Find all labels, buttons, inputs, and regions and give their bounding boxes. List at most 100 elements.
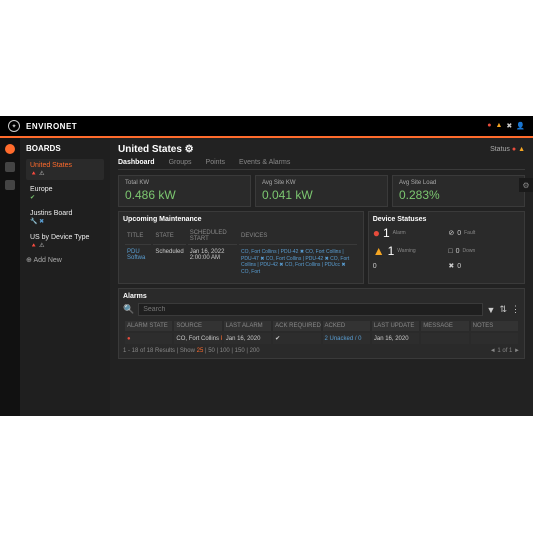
cell-notes [471,333,518,344]
cell-title: PDU Softwa [125,247,151,277]
board-status-icons: 🔺 ⚠ [30,170,100,177]
sidebar: BOARDS United States 🔺 ⚠ Europe ✔ Justin… [20,138,110,416]
board-item-us-device[interactable]: US by Device Type 🔺 ⚠ [26,231,104,252]
tabs: Dashboard Groups Points Events & Alarms [118,159,525,170]
pagination: 1 - 18 of 18 Results | Show 25 | 50 | 10… [123,348,520,354]
settings-gear-icon[interactable]: ⚙ [519,178,533,192]
cell-message [421,333,468,344]
status-text: Status [490,146,510,153]
status-other1: 0 [373,262,445,270]
topbar-right: ● ▲ ✖ 👤 [487,122,525,130]
col-acked[interactable]: ACKED [323,321,370,331]
down-icon: □ [448,248,452,255]
search-icon: 🔍 [123,304,134,315]
metric-value: 0.486 kW [125,188,244,202]
status-label: Alarm [393,230,406,236]
alarms-panel: Alarms 🔍 ▼ ⇅ ⋮ ALARM STATE SOURCE LAST A… [118,288,525,359]
show-rest[interactable]: | 50 | 100 | 150 | 200 [203,348,259,354]
tab-points[interactable]: Points [206,159,225,166]
warning-icon[interactable]: ▲ [495,122,502,130]
rail-boards-icon[interactable] [5,144,15,154]
col-last-update[interactable]: LAST UPDATE [372,321,419,331]
cell-last-alarm: Jan 16, 2020 [224,333,271,344]
table-row[interactable]: PDU Softwa Scheduled Jan 16, 2022 2:00:0… [125,247,357,277]
filter-icon[interactable]: ▼ [487,305,496,315]
metric-avg-load: Avg Site Load 0.283% [392,175,525,207]
page-of: of 1 [501,348,513,354]
col-state[interactable]: STATE [153,228,185,245]
user-icon[interactable]: 👤 [516,122,525,130]
cell-acked[interactable]: 2 Unacked / 0 [323,333,370,344]
cell-last-update: Jan 16, 2020 [372,333,419,344]
tab-groups[interactable]: Groups [169,159,192,166]
tool-icon[interactable]: ✖ [506,122,512,130]
table-row[interactable]: ● CO, Fort Collins PDU-41A Jan 16, 2020 … [125,333,518,344]
tab-dashboard[interactable]: Dashboard [118,159,155,166]
metric-label: Total KW [125,180,244,186]
rail-icon-2[interactable] [5,162,15,172]
cell-start: Jan 16, 2022 2:00:00 AM [188,247,237,277]
cell-state: ● [125,333,172,344]
col-alarm-state[interactable]: ALARM STATE [125,321,172,331]
add-new-button[interactable]: ⊕ Add New [26,256,104,264]
sort-icon[interactable]: ⇅ [499,304,507,315]
col-devices[interactable]: DEVICES [239,228,357,245]
status-count: 1 [388,244,395,258]
search-input[interactable] [138,303,482,316]
tab-events[interactable]: Events & Alarms [239,159,290,166]
page-title: United States ⚙ [118,144,194,155]
col-last-alarm[interactable]: LAST ALARM [224,321,271,331]
status-fault: ⊘ 0 Fault [448,226,520,240]
board-name: United States [30,162,100,169]
page-title-text: United States [118,144,182,155]
panel-title: Upcoming Maintenance [123,216,359,223]
left-rail [0,138,20,416]
results-prefix: 1 - 18 of 18 Results | Show [123,348,197,354]
status-alarm: ● 1 Alarm [373,226,445,240]
panel-title: Device Statuses [373,216,520,223]
table-header-row: ALARM STATE SOURCE LAST ALARM ACK REQUIR… [125,321,518,331]
more-icon[interactable]: ⋮ [511,304,520,315]
col-start[interactable]: SCHEDULED START [188,228,237,245]
board-item-us[interactable]: United States 🔺 ⚠ [26,159,104,180]
panel-title: Alarms [123,293,520,300]
col-message[interactable]: MESSAGE [421,321,468,331]
cell-devices: CO, Fort Collins | PDU-42 ✖ CO, Fort Col… [239,247,357,277]
cell-ack-req: ✔ [273,333,320,344]
metric-avg-kw: Avg Site KW 0.041 kW [255,175,388,207]
status-label: Fault [464,230,475,236]
status-count: 0 [457,230,461,237]
topbar: ✦ ENVIRONET ● ▲ ✖ 👤 [0,116,533,138]
metric-label: Avg Site KW [262,180,381,186]
add-new-label: Add New [33,257,61,264]
status-count: 1 [383,226,390,240]
alert-icon[interactable]: ● [487,122,491,130]
status-label: Warning [397,248,415,254]
page-nav: ◄ 1 of 1 ► [490,348,520,354]
metric-label: Avg Site Load [399,180,518,186]
board-name: Justins Board [30,210,100,217]
board-item-europe[interactable]: Europe ✔ [26,183,104,204]
content-header: United States ⚙ Status ● ▲ [118,144,525,155]
sidebar-title: BOARDS [26,144,104,153]
device-statuses-panel: Device Statuses ● 1 Alarm ⊘ 0 Fault [368,211,525,284]
tool-icon: ✖ [448,262,454,270]
board-item-justins[interactable]: Justins Board 🔧 ✖ [26,207,104,228]
status-label: Status ● ▲ [490,146,525,153]
col-source[interactable]: SOURCE [174,321,221,331]
col-ack-req[interactable]: ACK REQUIRED [273,321,320,331]
board-status-icons: ✔ [30,194,100,201]
cell-source: CO, Fort Collins PDU-41A [174,333,221,344]
board-status-icons: 🔺 ⚠ [30,242,100,249]
cell-state: Scheduled [153,247,185,277]
status-count: 0 [373,263,377,270]
metrics-row: Total KW 0.486 kW Avg Site KW 0.041 kW A… [118,175,525,207]
rail-icon-3[interactable] [5,180,15,190]
status-warning: ▲ 1 Warning [373,244,445,258]
col-notes[interactable]: NOTES [471,321,518,331]
source-link[interactable]: PDU-41A [221,336,222,342]
col-title[interactable]: TITLE [125,228,151,245]
status-label: Down [462,248,475,254]
board-name: US by Device Type [30,234,100,241]
status-grid: ● 1 Alarm ⊘ 0 Fault ▲ 1 Warning [373,226,520,270]
